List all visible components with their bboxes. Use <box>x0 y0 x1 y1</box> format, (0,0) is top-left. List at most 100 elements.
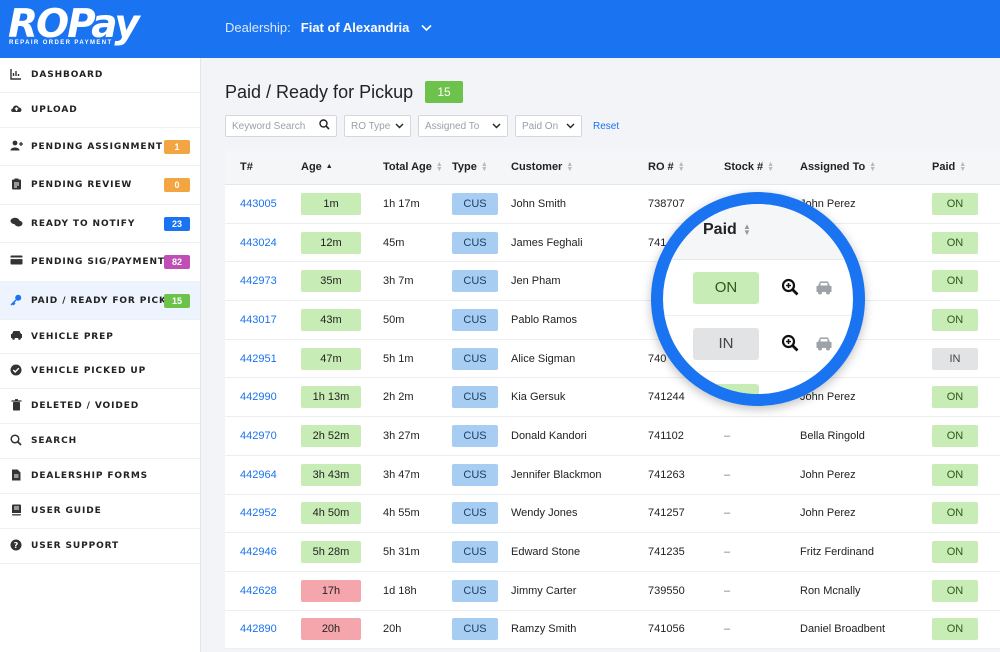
column-header-ro[interactable]: RO # ▲ ▼ <box>636 161 712 173</box>
ro-type-select[interactable]: RO Type <box>344 115 411 137</box>
column-header-total-age[interactable]: Total Age ▲ ▼ <box>368 161 443 173</box>
total-age-text: 20h <box>383 623 402 636</box>
keyword-search-input[interactable]: Keyword Search <box>225 115 337 137</box>
table-row[interactable]: 442970 2h 52m 3h 27m CUS Donald Kandori 74110… <box>225 417 1000 456</box>
ticket-link[interactable]: 442970 <box>240 430 277 442</box>
ticket-link[interactable]: 442990 <box>240 391 277 403</box>
magnifier-row: IN <box>663 316 853 372</box>
column-header-customer[interactable]: Customer ▲ ▼ <box>499 161 636 173</box>
paid-status-badge[interactable]: ON <box>932 463 978 486</box>
type-badge: CUS <box>452 424 498 447</box>
assigned-to-select[interactable]: Assigned To <box>418 115 508 137</box>
sidebar-item-user-guide[interactable]: USER GUIDE <box>0 494 200 529</box>
age-cell: 35m <box>285 270 368 293</box>
paid-on-select[interactable]: Paid On <box>515 115 582 137</box>
table-row[interactable]: 4430051m1h 17mCUSJohn Smith738707John Pe… <box>225 185 1000 224</box>
column-header-paid[interactable]: Paid ▲ ▼ <box>922 161 1000 173</box>
sidebar-item-pending-review[interactable]: PENDING REVIEW 0 <box>0 166 200 205</box>
table-row[interactable]: 442973 35m 3h 7m CUS Jen Pham ON <box>225 262 1000 302</box>
sidebar-item-vehicle-prep[interactable]: VEHICLE PREP <box>0 320 200 354</box>
column-header-assigned-to[interactable]: Assigned To ▲ ▼ <box>788 161 922 173</box>
ticket-link[interactable]: 442628 <box>240 585 277 597</box>
stock-number: – <box>724 584 731 597</box>
table-row[interactable]: 442946 5h 28m 5h 31m CUS Edward Stone 741235 –… <box>225 533 1000 572</box>
ticket-link[interactable]: 442946 <box>240 546 277 558</box>
paid-status-badge[interactable]: ON <box>932 424 978 447</box>
ro-cell: 741235 <box>636 546 712 558</box>
assigned-to-cell: Fritz Ferdinand <box>788 546 922 558</box>
assigned-to-cell: Ron Mcnally <box>788 585 922 597</box>
zoom-in-icon[interactable] <box>781 278 799 296</box>
sidebar-item-dashboard[interactable]: DASHBOARD <box>0 58 200 93</box>
table-row[interactable]: 44302412m45mCUSJames Feghali741zON <box>225 224 1000 263</box>
paid-status-badge[interactable]: ON <box>932 502 978 525</box>
type-cell: CUS <box>443 231 499 254</box>
ticket-link[interactable]: 443017 <box>240 314 277 326</box>
paid-status-badge[interactable]: ON <box>693 272 759 304</box>
ticket-link[interactable]: 442964 <box>240 469 277 481</box>
paid-cell: ON <box>922 386 1000 409</box>
customer-name: Jimmy Carter <box>511 584 577 597</box>
assigned-to-cell: John Perez <box>788 469 922 481</box>
zoom-in-icon[interactable] <box>781 334 799 352</box>
type-badge: CUS <box>452 541 498 564</box>
car-icon[interactable] <box>815 280 833 296</box>
column-header-type[interactable]: Type ▲ ▼ <box>443 161 499 173</box>
ticket-link[interactable]: 443005 <box>240 198 277 210</box>
table-row[interactable]: 443017 43m 50m CUS Pablo Ramos ON <box>225 301 1000 340</box>
paid-status-badge[interactable]: ON <box>932 270 978 293</box>
ticket-link[interactable]: 442973 <box>240 275 277 287</box>
chevron-down-icon <box>566 121 575 132</box>
count-badge: 0 <box>164 178 190 192</box>
sidebar-item-pending-sig-payment[interactable]: PENDING SIG/PAYMENT 82 <box>0 243 200 282</box>
paid-status-badge[interactable]: ON <box>932 231 978 254</box>
column-header-age[interactable]: Age ▲ <box>285 161 368 173</box>
ticket-link[interactable]: 442890 <box>240 623 277 635</box>
table-row[interactable]: 442964 3h 43m 3h 47m CUS Jennifer Blackmon 74… <box>225 456 1000 495</box>
ropay-logo[interactable]: ROPay REPAIR ORDER PAYMENT <box>8 2 140 50</box>
sidebar-item-pending-assignment[interactable]: PENDING ASSIGNMENT 1 <box>0 128 200 166</box>
total-age-text: 3h 27m <box>383 429 420 442</box>
sidebar-item-paid-ready-for-pickup[interactable]: PAID / READY FOR PICKUP 15 <box>0 282 200 320</box>
sidebar-item-label: DEALERSHIP FORMS <box>31 471 149 481</box>
sidebar-item-upload[interactable]: UPLOAD <box>0 93 200 128</box>
type-cell: CUS <box>443 463 499 486</box>
paid-status-badge[interactable]: ON <box>932 386 978 409</box>
credit-card-icon <box>9 255 23 269</box>
table-row[interactable]: 442990 1h 13m 2h 2m CUS Kia Gersuk 741244 John… <box>225 378 1000 418</box>
table-row[interactable]: 442952 4h 50m 4h 55m CUS Wendy Jones 741257 – J… <box>225 495 1000 534</box>
customer-cell: John Smith <box>499 198 636 210</box>
ro-cell: 739550 <box>636 585 712 597</box>
paid-status-badge[interactable]: ON <box>932 308 978 331</box>
paid-status-badge[interactable]: ON <box>932 579 978 602</box>
reset-link[interactable]: Reset <box>593 121 619 132</box>
column-header-t[interactable]: T# <box>225 161 285 173</box>
table-row[interactable]: 442628 17h 1d 18h CUS Jimmy Carter 739550 – Ron… <box>225 572 1000 611</box>
ticket-link[interactable]: 442951 <box>240 353 277 365</box>
paid-status-badge[interactable]: IN <box>932 347 978 370</box>
ticket-link[interactable]: 442952 <box>240 507 277 519</box>
sidebar-item-vehicle-picked-up[interactable]: VEHICLE PICKED UP <box>0 354 200 389</box>
paid-status-badge[interactable]: ON <box>932 192 978 215</box>
table-row[interactable]: 442890 20h 20h CUS Ramzy Smith 741056 – Daniel … <box>225 611 1000 650</box>
ticket-link[interactable]: 443024 <box>240 237 277 249</box>
sidebar-item-dealership-forms[interactable]: DEALERSHIP FORMS <box>0 459 200 494</box>
ticket-cell: 442951 <box>225 353 285 365</box>
age-badge: 43m <box>301 308 361 331</box>
car-icon[interactable] <box>815 336 833 352</box>
sidebar-item-ready-to-notify[interactable]: READY TO NOTIFY 23 <box>0 205 200 243</box>
sidebar-item-search[interactable]: SEARCH <box>0 424 200 459</box>
sidebar-item-label: PENDING ASSIGNMENT <box>31 141 163 152</box>
dealership-selector[interactable]: Dealership: Fiat of Alexandria <box>225 20 432 35</box>
column-header-stock[interactable]: Stock # ▲ ▼ <box>712 161 788 173</box>
search-icon <box>9 434 23 448</box>
paid-status-badge[interactable]: ON <box>932 618 978 641</box>
table-row[interactable]: 44295147m5h 1mCUSAlice Sigman740nikIN <box>225 340 1000 379</box>
sort-icon: ▲ ▼ <box>480 160 488 173</box>
main-content: Paid / Ready for Pickup 15 Keyword Searc… <box>201 58 1000 652</box>
sidebar-item-user-support[interactable]: ? USER SUPPORT <box>0 529 200 564</box>
paid-status-badge[interactable]: IN <box>693 328 759 360</box>
sidebar-item-deleted-voided[interactable]: DELETED / VOIDED <box>0 389 200 424</box>
column-header-label: Customer <box>511 160 563 173</box>
paid-status-badge[interactable]: ON <box>932 541 978 564</box>
